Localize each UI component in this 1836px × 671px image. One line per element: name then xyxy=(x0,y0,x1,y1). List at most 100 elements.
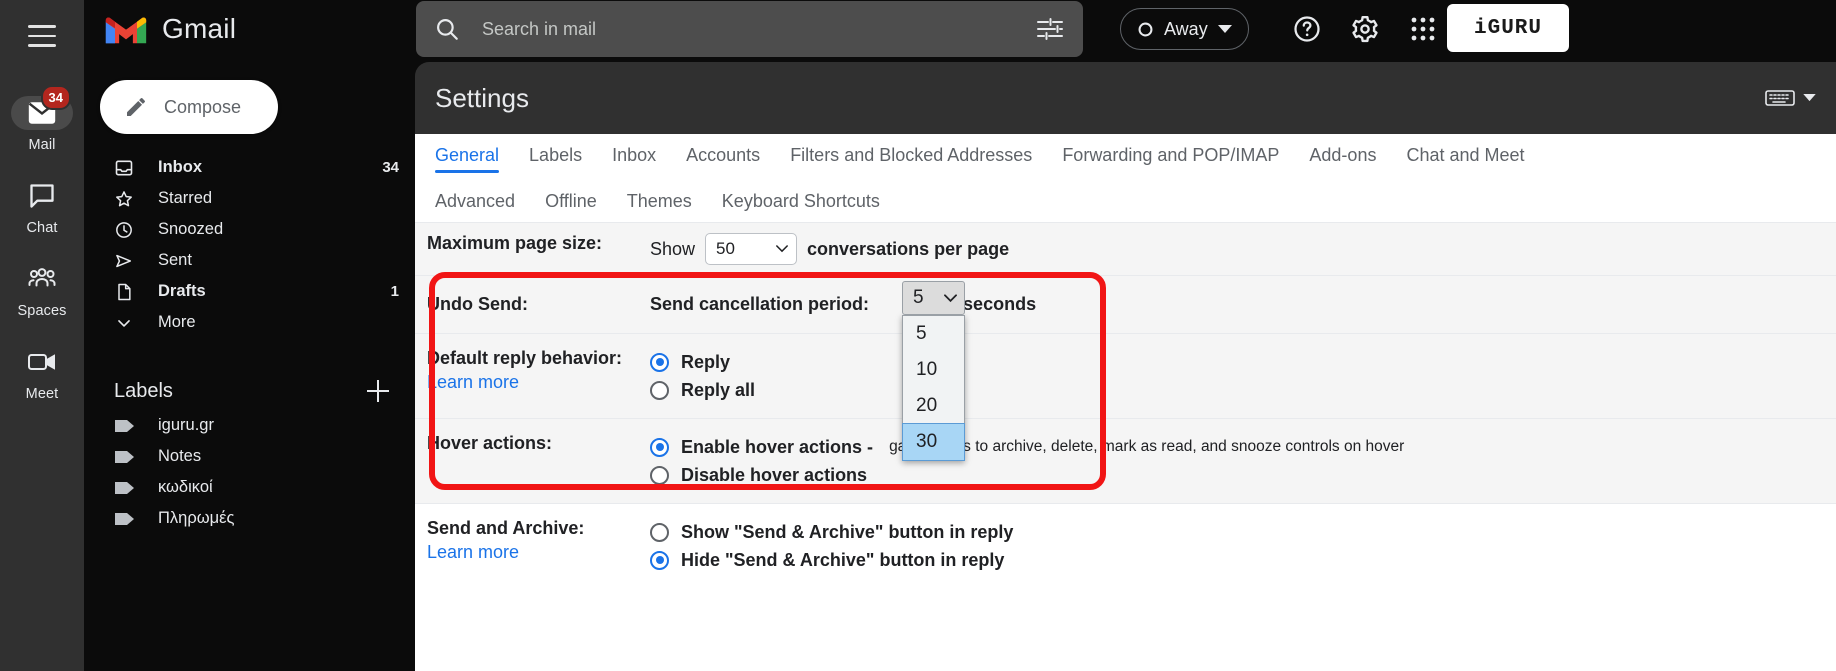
tab-chat-and-meet[interactable]: Chat and Meet xyxy=(1406,134,1524,166)
row-default-reply-behavior: Default reply behavior: Learn more Reply… xyxy=(415,333,1836,418)
labels-header: Labels xyxy=(84,372,415,410)
page-size-suffix: conversations per page xyxy=(807,238,1010,259)
tab-themes[interactable]: Themes xyxy=(627,191,692,212)
hamburger-icon[interactable] xyxy=(14,14,70,58)
dropdown-option-30[interactable]: 30 xyxy=(902,423,965,461)
settings-button[interactable] xyxy=(1345,9,1385,49)
sidebar-item-snoozed[interactable]: Snoozed xyxy=(84,214,415,245)
sidebar-item-label-notes[interactable]: Notes xyxy=(84,441,415,472)
rail-label-mail: Mail xyxy=(28,137,56,153)
radio-option-show-send-archive[interactable]: Show "Send & Archive" button in reply xyxy=(650,518,1836,546)
rail-item-spaces[interactable]: Spaces xyxy=(0,262,84,319)
clock-icon xyxy=(114,220,142,240)
sidebar-item-label-pliromes[interactable]: Πληρωμές xyxy=(84,503,415,534)
hover-actions-description: gain access to archive, delete, mark as … xyxy=(889,438,1405,455)
status-label: Away xyxy=(1164,18,1208,39)
radio-option-enable-hover-actions[interactable]: Enable hover actions - gain access to ar… xyxy=(650,433,1836,461)
dropdown-option-20[interactable]: 20 xyxy=(903,388,964,424)
dropdown-option-5[interactable]: 5 xyxy=(903,316,964,352)
sidebar-item-label-kodikoi[interactable]: κωδικοί xyxy=(84,472,415,503)
status-circle-icon xyxy=(1138,22,1153,36)
create-label-button[interactable] xyxy=(367,380,389,402)
top-bar: Search in mail Away iGURU xyxy=(415,0,1836,58)
help-button[interactable] xyxy=(1287,9,1327,49)
sidebar-item-more[interactable]: More xyxy=(84,307,415,338)
radio-label-show-send-archive: Show "Send & Archive" button in reply xyxy=(681,521,1014,542)
settings-tabs-row-1: General Labels Inbox Accounts Filters an… xyxy=(415,134,1836,180)
sidebar-label-starred: Starred xyxy=(158,189,213,207)
radio-reply[interactable] xyxy=(650,352,669,372)
search-input[interactable]: Search in mail xyxy=(416,1,1083,57)
row-send-and-archive: Send and Archive: Learn more Show "Send … xyxy=(415,503,1836,588)
rail-item-chat[interactable]: Chat xyxy=(0,179,84,236)
chevron-down-icon xyxy=(114,313,142,333)
tab-offline[interactable]: Offline xyxy=(545,191,597,212)
compose-button[interactable]: Compose xyxy=(100,80,278,134)
mail-icon: 34 xyxy=(11,85,73,130)
sidebar-label-more: More xyxy=(158,313,196,331)
sidebar-count-drafts: 1 xyxy=(390,283,399,300)
send-cancellation-period-value: 5 xyxy=(913,287,924,308)
draft-icon xyxy=(114,282,142,302)
search-icon xyxy=(437,19,458,40)
google-apps-button[interactable] xyxy=(1403,9,1443,49)
tab-add-ons[interactable]: Add-ons xyxy=(1309,134,1376,166)
radio-label-reply: Reply xyxy=(681,351,731,372)
settings-rows: Maximum page size: Show 50 conversations… xyxy=(415,222,1836,588)
sidebar-item-sent[interactable]: Sent xyxy=(84,245,415,276)
search-placeholder: Search in mail xyxy=(482,18,597,39)
tab-forwarding-and-pop-imap[interactable]: Forwarding and POP/IMAP xyxy=(1062,134,1279,166)
label-tag-icon xyxy=(114,417,142,435)
avatar[interactable]: iGURU xyxy=(1447,4,1569,52)
compose-label: Compose xyxy=(164,96,242,117)
radio-hide-send-archive[interactable] xyxy=(650,550,669,570)
radio-disable-hover-actions[interactable] xyxy=(650,465,669,485)
rail-item-meet[interactable]: Meet xyxy=(0,345,84,402)
send-cancellation-period-select[interactable]: 5 xyxy=(902,281,965,315)
dropdown-option-10[interactable]: 10 xyxy=(903,352,964,388)
row-maximum-page-size: Maximum page size: Show 50 conversations… xyxy=(415,222,1836,275)
radio-enable-hover-actions[interactable] xyxy=(650,437,669,457)
sidebar-item-drafts[interactable]: Drafts 1 xyxy=(84,276,415,307)
status-away-button[interactable]: Away xyxy=(1120,8,1249,50)
radio-show-send-archive[interactable] xyxy=(650,522,669,542)
tab-general[interactable]: General xyxy=(435,134,500,173)
tab-keyboard-shortcuts[interactable]: Keyboard Shortcuts xyxy=(722,191,880,212)
tab-accounts[interactable]: Accounts xyxy=(686,134,760,166)
control-maximum-page-size: Show 50 conversations per page xyxy=(650,233,1836,265)
labels-title: Labels xyxy=(114,379,173,402)
tab-filters-and-blocked-addresses[interactable]: Filters and Blocked Addresses xyxy=(790,134,1032,166)
settings-panel: Settings General Labels Inbox Accounts F… xyxy=(415,62,1836,671)
radio-label-enable-hover-actions: Enable hover actions - xyxy=(681,436,874,457)
send-cancellation-period-dropdown[interactable]: 5 10 20 30 xyxy=(902,315,965,461)
rail-item-mail[interactable]: 34 Mail xyxy=(0,85,84,153)
page-size-select[interactable]: 50 xyxy=(705,233,798,265)
learn-more-link-reply-behavior[interactable]: Learn more xyxy=(427,372,650,393)
chevron-down-icon xyxy=(776,245,788,253)
radio-option-reply-all[interactable]: Reply all xyxy=(650,376,1836,404)
keyboard-input-tools-button[interactable] xyxy=(1765,88,1816,108)
radio-option-hide-send-archive[interactable]: Hide "Send & Archive" button in reply xyxy=(650,546,1836,574)
page-size-value: 50 xyxy=(716,239,735,258)
gmail-brand[interactable]: Gmail xyxy=(84,0,415,58)
tab-inbox[interactable]: Inbox xyxy=(612,134,656,166)
row-undo-send: Undo Send: Send cancellation period: sec… xyxy=(415,275,1836,333)
label-undo-send: Undo Send: xyxy=(427,294,528,314)
label-send-and-archive: Send and Archive: Learn more xyxy=(415,518,650,563)
sidebar-item-label-iguru[interactable]: iguru.gr xyxy=(84,410,415,441)
sidebar-item-inbox[interactable]: Inbox 34 xyxy=(84,152,415,183)
seconds-text: seconds xyxy=(963,294,1037,314)
help-icon xyxy=(1294,16,1320,42)
radio-reply-all[interactable] xyxy=(650,380,669,400)
search-options-icon[interactable] xyxy=(1035,16,1065,42)
tab-advanced[interactable]: Advanced xyxy=(435,191,515,212)
pencil-icon xyxy=(127,98,145,116)
learn-more-link-send-archive[interactable]: Learn more xyxy=(427,542,650,563)
sidebar-item-starred[interactable]: Starred xyxy=(84,183,415,214)
control-hover-actions: Enable hover actions - gain access to ar… xyxy=(650,433,1836,489)
radio-option-reply[interactable]: Reply xyxy=(650,348,1836,376)
chat-icon xyxy=(11,179,73,213)
tab-labels[interactable]: Labels xyxy=(529,134,582,166)
radio-option-disable-hover-actions[interactable]: Disable hover actions xyxy=(650,461,1836,489)
label-tag-icon xyxy=(114,479,142,497)
